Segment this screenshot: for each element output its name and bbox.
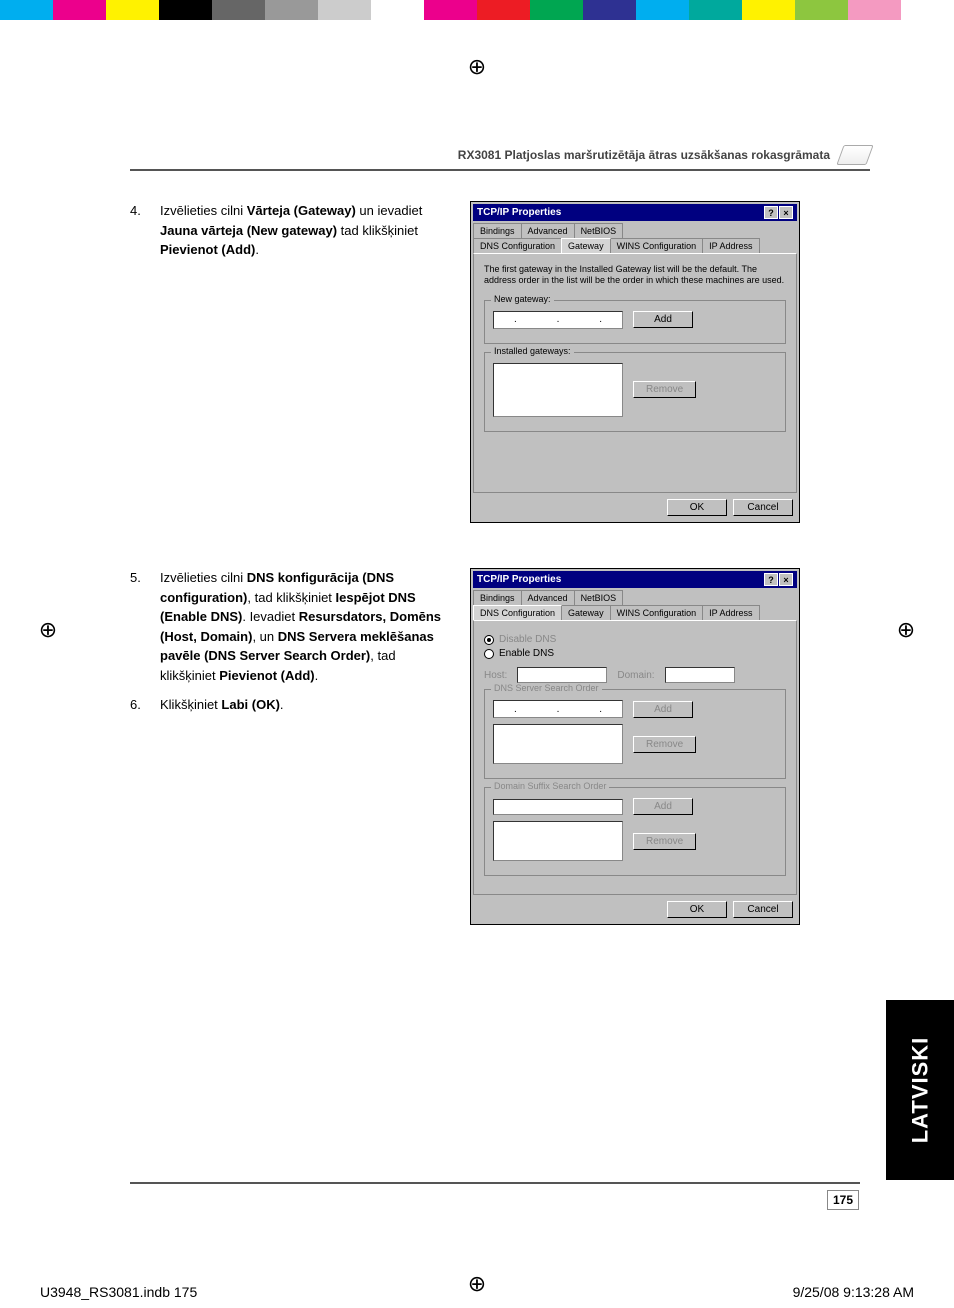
tab-wins-configuration[interactable]: WINS Configuration	[610, 605, 704, 620]
registration-mark-icon: ⊕	[465, 55, 489, 79]
disable-dns-radio[interactable]: Disable DNS	[484, 634, 786, 645]
dialog-tabs: Bindings Advanced NetBIOS DNS Configurat…	[473, 223, 797, 253]
tab-wins-configuration[interactable]: WINS Configuration	[610, 238, 704, 253]
new-gateway-input[interactable]: ...	[493, 311, 623, 329]
footer-filename: U3948_RS3081.indb 175	[40, 1284, 197, 1300]
router-icon	[836, 145, 873, 165]
installed-gateways-group: Installed gateways: Remove	[484, 352, 786, 432]
tab-dns-configuration[interactable]: DNS Configuration	[473, 238, 562, 253]
add-button[interactable]: Add	[633, 798, 693, 815]
remove-button[interactable]: Remove	[633, 381, 696, 398]
domain-label: Domain:	[617, 670, 654, 681]
dns-server-list[interactable]	[493, 724, 623, 764]
instruction-step-4: 4. Izvēlieties cilni Vārteja (Gateway) u…	[130, 201, 450, 260]
dns-server-input[interactable]: ...	[493, 700, 623, 718]
dialog-tabs: Bindings Advanced NetBIOS DNS Configurat…	[473, 590, 797, 620]
tcpip-properties-dialog-gateway: TCP/IP Properties ? × Bindings Advanced …	[470, 201, 800, 523]
dialog-titlebar: TCP/IP Properties ? ×	[473, 571, 797, 588]
registration-mark-icon: ⊕	[894, 618, 918, 642]
add-button[interactable]: Add	[633, 311, 693, 328]
domain-suffix-search-order-group: Domain Suffix Search Order Add Remove	[484, 787, 786, 876]
remove-button[interactable]: Remove	[633, 736, 696, 753]
print-footer: U3948_RS3081.indb 175 9/25/08 9:13:28 AM	[0, 1284, 954, 1300]
cancel-button[interactable]: Cancel	[733, 499, 793, 516]
domain-suffix-input[interactable]	[493, 799, 623, 815]
add-button[interactable]: Add	[633, 701, 693, 718]
color-calibration-bar	[0, 0, 954, 20]
document-title: RX3081 Platjoslas maršrutizētāja ātras u…	[458, 148, 830, 162]
tab-ip-address[interactable]: IP Address	[702, 605, 759, 620]
language-tab: LATVISKI	[886, 1000, 954, 1180]
dns-server-search-order-group: DNS Server Search Order ... Add Remove	[484, 689, 786, 779]
footer-timestamp: 9/25/08 9:13:28 AM	[793, 1284, 914, 1300]
tab-bindings[interactable]: Bindings	[473, 223, 522, 238]
footer-rule	[130, 1182, 860, 1184]
close-button[interactable]: ×	[779, 206, 793, 219]
tab-advanced[interactable]: Advanced	[521, 223, 575, 238]
page-header: RX3081 Platjoslas maršrutizētāja ātras u…	[130, 145, 870, 171]
tcpip-properties-dialog-dns: TCP/IP Properties ? × Bindings Advanced …	[470, 568, 800, 925]
close-button[interactable]: ×	[779, 573, 793, 586]
tab-advanced[interactable]: Advanced	[521, 590, 575, 605]
cancel-button[interactable]: Cancel	[733, 901, 793, 918]
ok-button[interactable]: OK	[667, 499, 727, 516]
page-number: 175	[827, 1190, 859, 1210]
host-input[interactable]	[517, 667, 607, 683]
ok-button[interactable]: OK	[667, 901, 727, 918]
instruction-step-6: 6. Klikšķiniet Labi (OK).	[130, 695, 450, 715]
tab-gateway[interactable]: Gateway	[561, 238, 611, 253]
domain-input[interactable]	[665, 667, 735, 683]
tab-gateway[interactable]: Gateway	[561, 605, 611, 620]
new-gateway-group: New gateway: ... Add	[484, 300, 786, 344]
gateway-description: The first gateway in the Installed Gatew…	[484, 264, 786, 286]
host-label: Host:	[484, 670, 507, 681]
tab-dns-configuration[interactable]: DNS Configuration	[473, 605, 562, 620]
domain-suffix-list[interactable]	[493, 821, 623, 861]
instruction-step-5: 5. Izvēlieties cilni DNS konfigurācija (…	[130, 568, 450, 685]
registration-mark-icon: ⊕	[36, 618, 60, 642]
enable-dns-radio[interactable]: Enable DNS	[484, 648, 786, 659]
tab-ip-address[interactable]: IP Address	[702, 238, 759, 253]
help-button[interactable]: ?	[764, 573, 778, 586]
installed-gateways-list[interactable]	[493, 363, 623, 417]
remove-button[interactable]: Remove	[633, 833, 696, 850]
help-button[interactable]: ?	[764, 206, 778, 219]
tab-netbios[interactable]: NetBIOS	[574, 223, 624, 238]
dialog-titlebar: TCP/IP Properties ? ×	[473, 204, 797, 221]
tab-netbios[interactable]: NetBIOS	[574, 590, 624, 605]
tab-bindings[interactable]: Bindings	[473, 590, 522, 605]
